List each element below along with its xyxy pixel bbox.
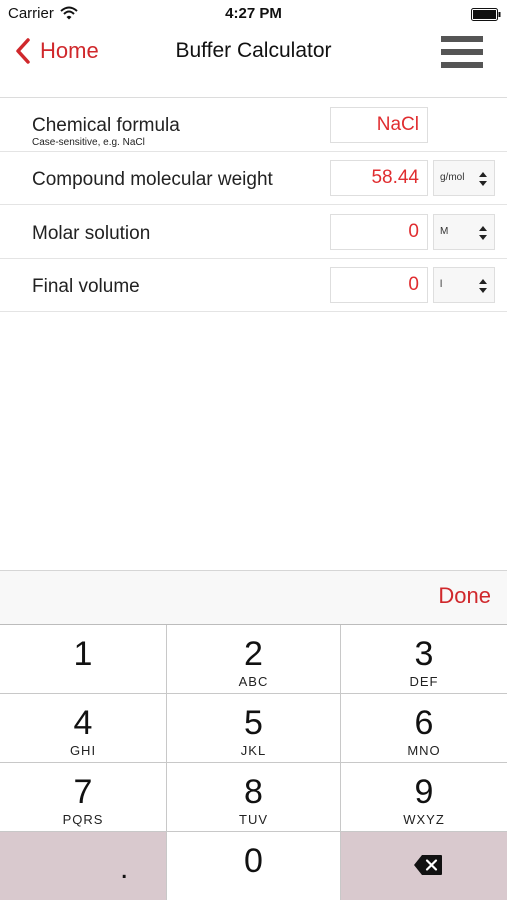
- chemical-formula-row: Chemical formula Case-sensitive, e.g. Na…: [0, 99, 507, 152]
- key-digit: .: [120, 852, 129, 885]
- backspace-icon: [414, 855, 442, 875]
- molar-solution-label: Molar solution: [32, 223, 151, 244]
- molar-solution-unit-label: M: [440, 226, 449, 237]
- molecular-weight-label: Compound molecular weight: [32, 169, 273, 190]
- molecular-weight-unit-select[interactable]: g/mol: [433, 160, 495, 196]
- key-8[interactable]: 8 TUV: [167, 763, 340, 831]
- navigation-bar: Home Buffer Calculator: [0, 28, 507, 98]
- chemical-formula-field[interactable]: NaCl: [330, 107, 428, 143]
- key-letters: DEF: [409, 674, 439, 689]
- key-digit: 4: [73, 704, 93, 742]
- key-digit: 6: [414, 704, 434, 742]
- key-2[interactable]: 2 ABC: [167, 625, 340, 693]
- up-down-arrows-icon: [479, 226, 487, 240]
- key-digit: 0: [244, 842, 263, 880]
- chemical-formula-hint: Case-sensitive, e.g. NaCl: [32, 137, 145, 148]
- molecular-weight-row: Compound molecular weight 58.44 g/mol: [0, 152, 507, 205]
- key-digit: 8: [244, 773, 263, 811]
- molar-solution-unit-select[interactable]: M: [433, 214, 495, 250]
- molar-solution-row: Molar solution 0 M: [0, 206, 507, 259]
- key-digit: 7: [73, 773, 93, 811]
- molecular-weight-field[interactable]: 58.44: [330, 160, 428, 196]
- backspace-key[interactable]: [341, 832, 507, 900]
- key-0[interactable]: 0: [167, 832, 340, 900]
- key-decimal-point[interactable]: .: [0, 832, 166, 900]
- key-letters: JKL: [240, 743, 267, 758]
- final-volume-row: Final volume 0 l: [0, 259, 507, 312]
- final-volume-unit-label: l: [440, 279, 443, 290]
- number-keypad: 1 2 ABC 3 DEF 4 GHI 5 JKL 6 MNO 7 PQRS 8…: [0, 624, 507, 900]
- molar-solution-field[interactable]: 0: [330, 214, 428, 250]
- key-7[interactable]: 7 PQRS: [0, 763, 166, 831]
- key-letters: ABC: [238, 674, 269, 689]
- key-digit: 1: [73, 635, 93, 673]
- key-9[interactable]: 9 WXYZ: [341, 763, 507, 831]
- screen: Carrier 4:27 PM Home Buffer Calculator C…: [0, 0, 507, 900]
- clock: 4:27 PM: [225, 5, 282, 22]
- key-letters: MNO: [407, 743, 441, 758]
- key-letters: WXYZ: [403, 812, 445, 827]
- page-title: Buffer Calculator: [175, 39, 332, 62]
- up-down-arrows-icon: [479, 172, 487, 186]
- final-volume-unit-select[interactable]: l: [433, 267, 495, 303]
- done-button[interactable]: Done: [438, 583, 491, 609]
- up-down-arrows-icon: [479, 279, 487, 293]
- chemical-formula-label: Chemical formula: [32, 115, 180, 136]
- key-4[interactable]: 4 GHI: [0, 694, 166, 762]
- key-digit: 2: [244, 635, 263, 673]
- keyboard-accessory-bar: Done: [0, 570, 507, 624]
- status-bar: Carrier 4:27 PM: [0, 0, 507, 28]
- key-letters: PQRS: [62, 812, 104, 827]
- key-1[interactable]: 1: [0, 625, 166, 693]
- final-volume-field[interactable]: 0: [330, 267, 428, 303]
- key-digit: 3: [414, 635, 434, 673]
- hamburger-menu-icon[interactable]: [441, 34, 485, 70]
- key-digit: 9: [414, 773, 434, 811]
- key-3[interactable]: 3 DEF: [341, 625, 507, 693]
- final-volume-label: Final volume: [32, 276, 140, 297]
- key-letters: TUV: [239, 812, 268, 827]
- battery-icon: [471, 8, 501, 21]
- key-6[interactable]: 6 MNO: [341, 694, 507, 762]
- key-5[interactable]: 5 JKL: [167, 694, 340, 762]
- key-digit: 5: [244, 704, 263, 742]
- molecular-weight-unit-label: g/mol: [440, 172, 465, 183]
- key-letters: GHI: [69, 743, 97, 758]
